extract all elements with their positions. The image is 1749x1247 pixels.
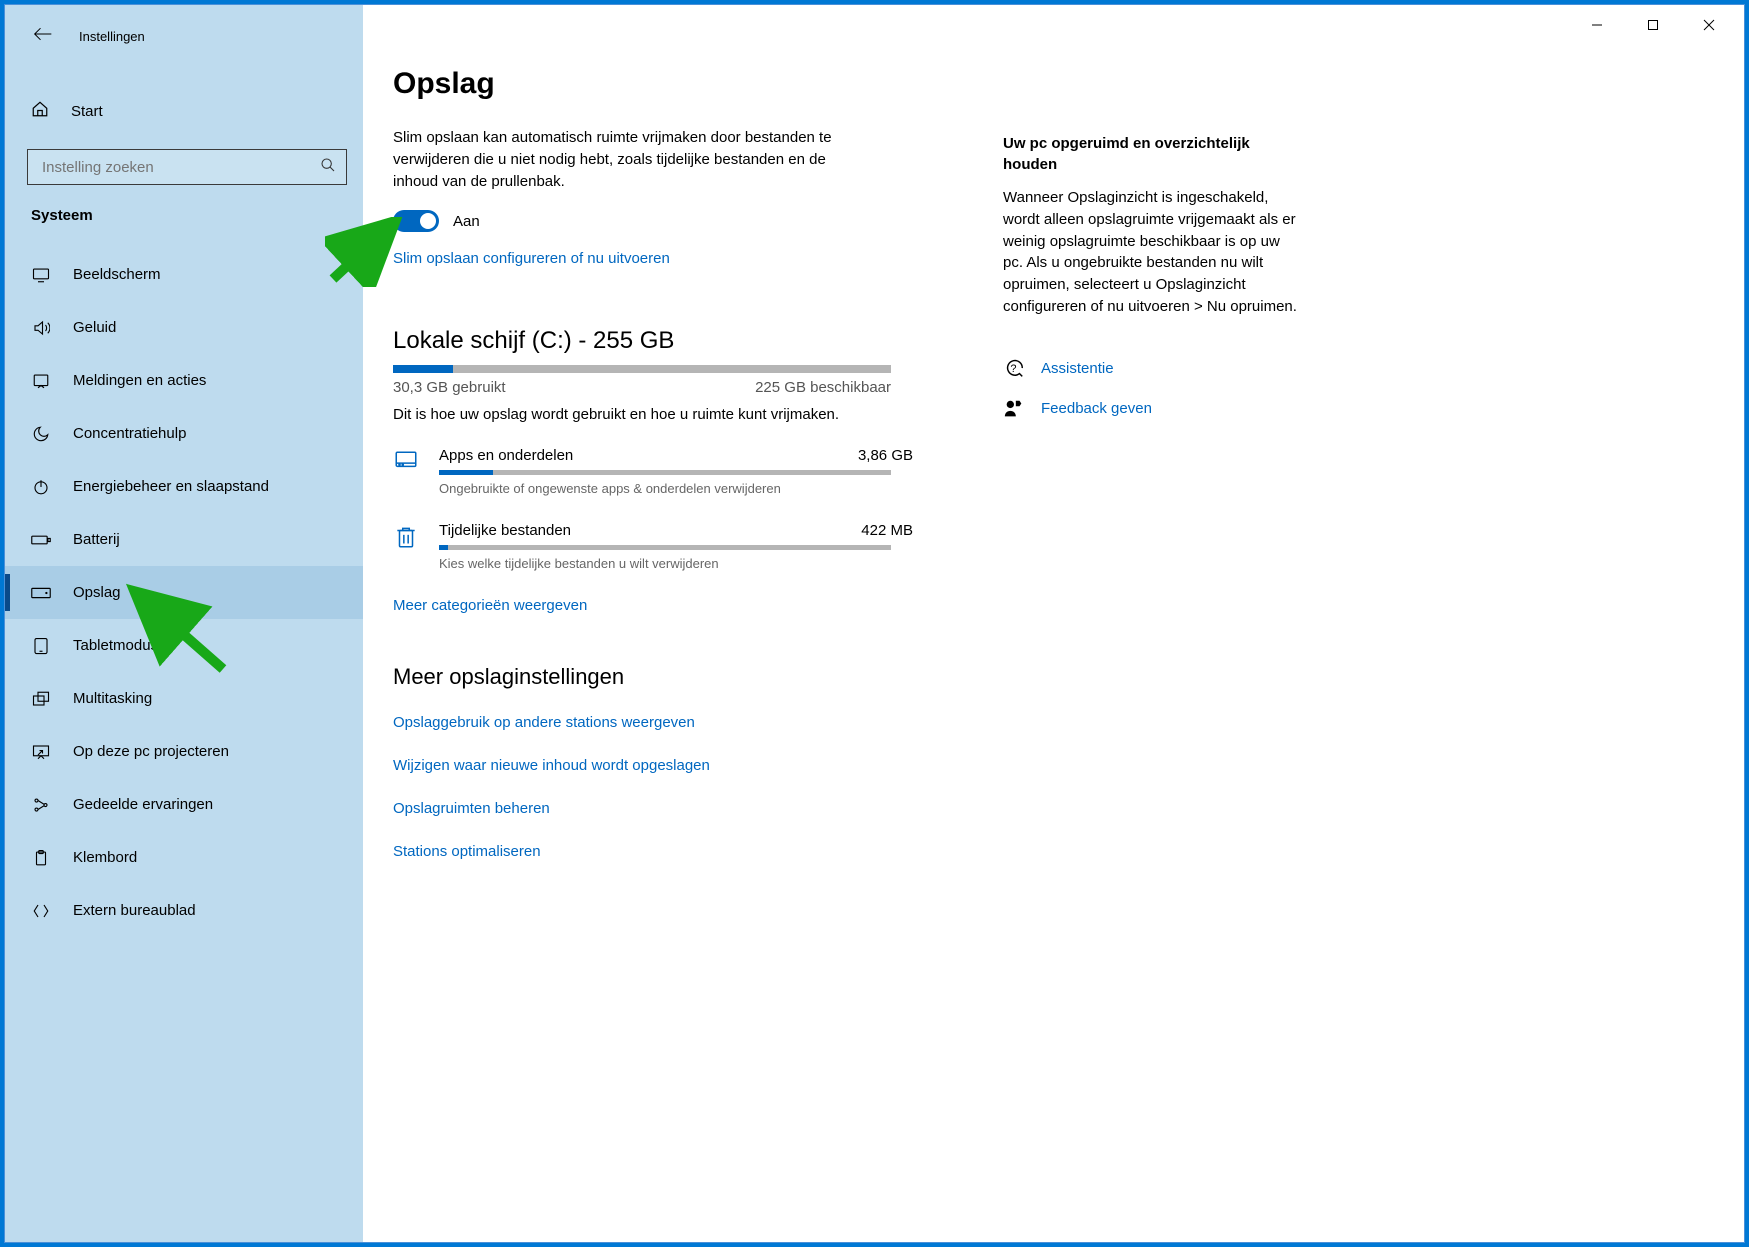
sidebar-item-label: Gedeelde ervaringen — [73, 796, 213, 813]
sidebar-item-multitask[interactable]: Multitasking — [5, 672, 363, 725]
svg-text:?: ? — [1010, 362, 1016, 374]
sound-icon — [31, 318, 51, 338]
sidebar-item-label: Energiebeheer en slaapstand — [73, 478, 269, 495]
sidebar-item-label: Op deze pc projecteren — [73, 743, 229, 760]
sidebar-item-label: Geluid — [73, 319, 116, 336]
minimize-button[interactable] — [1582, 10, 1612, 40]
drive-icon — [31, 583, 51, 603]
more-settings-link-2[interactable]: Opslagruimten beheren — [393, 800, 963, 817]
help-icon: ? — [1003, 358, 1025, 380]
power-icon — [31, 477, 51, 497]
moon-icon — [31, 424, 51, 444]
more-settings-link-3[interactable]: Stations optimaliseren — [393, 843, 963, 860]
share-icon — [31, 795, 51, 815]
storage-category-apps[interactable]: Apps en onderdelen 3,86 GB Ongebruikte of … — [393, 447, 913, 496]
feedback-icon — [1003, 398, 1025, 420]
storage-sense-toggle-label: Aan — [453, 213, 480, 230]
sidebar-item-geluid[interactable]: Geluid — [5, 301, 363, 354]
disk-free-label: 225 GB beschikbaar — [755, 379, 891, 396]
disk-usage-bar — [393, 365, 891, 373]
category-name: Apps en onderdelen — [439, 447, 573, 464]
sidebar-item-label: Beeldscherm — [73, 266, 161, 283]
apps-icon — [393, 449, 419, 475]
battery-icon — [31, 530, 51, 550]
sidebar-item-klembord[interactable]: Klembord — [5, 831, 363, 884]
category-size: 422 MB — [861, 522, 913, 539]
storage-sense-toggle[interactable] — [393, 210, 439, 232]
search-input[interactable] — [42, 159, 320, 176]
category-hint: Kies welke tijdelijke bestanden u wilt v… — [439, 556, 913, 571]
sidebar-item-label: Multitasking — [73, 690, 152, 707]
sidebar-item-label: Opslag — [73, 584, 121, 601]
sidebar-item-concentratie[interactable]: Concentratiehulp — [5, 407, 363, 460]
search-icon — [320, 157, 336, 178]
page-title: Opslag — [393, 67, 963, 101]
help-link-row[interactable]: ? Assistentie — [1003, 358, 1303, 380]
close-button[interactable] — [1694, 10, 1724, 40]
sidebar-item-batterij[interactable]: Batterij — [5, 513, 363, 566]
maximize-button[interactable] — [1638, 10, 1668, 40]
more-settings-link-1[interactable]: Wijzigen waar nieuwe inhoud wordt opgesl… — [393, 757, 963, 774]
multitask-icon — [31, 689, 51, 709]
home-icon — [31, 100, 49, 122]
category-bar — [439, 545, 891, 550]
disk-heading: Lokale schijf (C:) - 255 GB — [393, 327, 963, 355]
help-link-label: Assistentie — [1041, 360, 1114, 377]
project-icon — [31, 742, 51, 762]
category-name: Tijdelijke bestanden — [439, 522, 571, 539]
sidebar-item-project[interactable]: Op deze pc projecteren — [5, 725, 363, 778]
sidebar-item-label: Batterij — [73, 531, 120, 548]
category-size: 3,86 GB — [858, 447, 913, 464]
remote-icon — [31, 901, 51, 921]
sidebar-section-label: Systeem — [5, 185, 363, 234]
display-icon — [31, 265, 51, 285]
show-more-categories-link[interactable]: Meer categorieën weergeven — [393, 597, 587, 614]
disk-subdesc: Dit is hoe uw opslag wordt gebruikt en h… — [393, 406, 963, 423]
feedback-link-label: Feedback geven — [1041, 400, 1152, 417]
more-storage-settings-heading: Meer opslaginstellingen — [393, 664, 963, 690]
configure-storage-sense-link[interactable]: Slim opslaan configureren of nu uitvoere… — [393, 250, 670, 267]
category-hint: Ongebruikte of ongewenste apps & onderde… — [439, 481, 913, 496]
trash-icon — [393, 524, 419, 550]
storage-sense-description: Slim opslaan kan automatisch ruimte vrij… — [393, 127, 873, 192]
sidebar-item-label: Tabletmodus — [73, 637, 158, 654]
back-button[interactable] — [33, 25, 53, 48]
more-settings-link-0[interactable]: Opslaggebruik op andere stations weergev… — [393, 714, 963, 731]
category-bar — [439, 470, 891, 475]
sidebar-item-beeldscherm[interactable]: Beeldscherm — [5, 248, 363, 301]
notify-icon — [31, 371, 51, 391]
sidebar-item-label: Concentratiehulp — [73, 425, 186, 442]
sidebar-item-extern[interactable]: Extern bureaublad — [5, 884, 363, 937]
sidebar-item-meldingen[interactable]: Meldingen en acties — [5, 354, 363, 407]
sidebar-item-label: Klembord — [73, 849, 137, 866]
sidebar-item-label: Meldingen en acties — [73, 372, 206, 389]
sidebar-item-gedeeld[interactable]: Gedeelde ervaringen — [5, 778, 363, 831]
clipboard-icon — [31, 848, 51, 868]
sidebar-item-opslag[interactable]: Opslag — [5, 566, 363, 619]
sidebar-item-tablet[interactable]: Tabletmodus — [5, 619, 363, 672]
tip-title: Uw pc opgeruimd en overzichtelijk houden — [1003, 133, 1303, 175]
storage-category-temp[interactable]: Tijdelijke bestanden 422 MB Kies welke tij… — [393, 522, 913, 571]
tip-text: Wanneer Opslaginzicht is ingeschakeld, w… — [1003, 187, 1303, 318]
search-box[interactable] — [27, 149, 347, 185]
app-title: Instellingen — [79, 29, 145, 44]
sidebar-home[interactable]: Start — [5, 91, 363, 131]
feedback-link-row[interactable]: Feedback geven — [1003, 398, 1303, 420]
disk-used-label: 30,3 GB gebruikt — [393, 379, 506, 396]
sidebar-item-label: Extern bureaublad — [73, 902, 196, 919]
tablet-icon — [31, 636, 51, 656]
sidebar-item-energie[interactable]: Energiebeheer en slaapstand — [5, 460, 363, 513]
home-label: Start — [71, 103, 103, 120]
